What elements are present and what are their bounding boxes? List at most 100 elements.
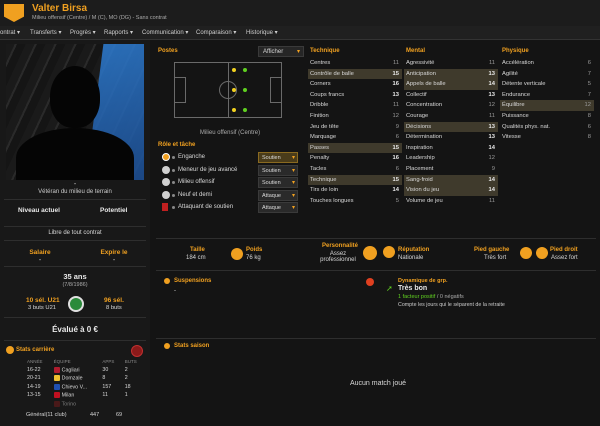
attribute-row[interactable]: Agressivité 11 — [404, 58, 498, 69]
menu-history[interactable]: Historique ▾ — [246, 29, 278, 36]
attribute-name: Contrôle de balle — [310, 70, 354, 77]
role-row[interactable]: Enganche Soutien — [160, 152, 300, 164]
attribute-value: 11 — [488, 197, 495, 204]
attribute-value: 8 — [587, 112, 591, 119]
attribute-row[interactable]: Concentration 12 — [404, 100, 498, 111]
attribute-row[interactable]: Contrôle de balle 15 — [308, 68, 402, 80]
physical-attributes: Accélération 6 Agilité 7 Détente verticale 5 E… — [500, 58, 594, 143]
menu-contract[interactable]: ontrat ▾ — [0, 29, 20, 36]
height-label: Taille — [190, 247, 205, 253]
attribute-name: Courage — [406, 112, 429, 119]
attribute-row[interactable]: Équilibre 12 — [500, 100, 594, 111]
position-dot — [243, 68, 247, 72]
club-shield-icon — [53, 392, 60, 399]
attribute-value: 7 — [587, 91, 591, 98]
role-row[interactable]: Attaquant de soutien Attaque — [160, 202, 300, 214]
positions-title[interactable]: Postes — [158, 48, 178, 54]
attribute-name: Endurance — [502, 91, 531, 98]
attribute-row[interactable]: Jeu de tête 9 — [308, 122, 402, 133]
attribute-row[interactable]: Passes 15 — [308, 142, 402, 154]
season-stats-title[interactable]: Stats saison — [174, 343, 209, 349]
attribute-value: 13 — [488, 91, 495, 98]
attribute-name: Tacles — [310, 165, 327, 172]
attribute-name: Vitesse — [502, 134, 521, 141]
attribute-row[interactable]: Appels de balle 14 — [404, 79, 498, 90]
table-row[interactable]: 14-19 Chievo V... 157 18 — [24, 383, 144, 392]
attribute-row[interactable]: Puissance 8 — [500, 111, 594, 122]
attribute-value: 16 — [392, 155, 399, 162]
role-row[interactable]: Milieu offensif Soutien — [160, 177, 300, 189]
technical-title: Technique — [310, 48, 340, 54]
attribute-row[interactable]: Technique 15 — [308, 174, 402, 186]
attribute-row[interactable]: Volume de jeu 11 — [404, 196, 498, 207]
attribute-row[interactable]: Tirs de loin 14 — [308, 185, 402, 196]
menu-communication[interactable]: Communication ▾ — [142, 29, 188, 36]
menu-transfers[interactable]: Transferts ▾ — [30, 29, 61, 36]
role-dot-icon — [172, 206, 175, 209]
attribute-name: Coups francs — [310, 91, 345, 98]
positions-show-dropdown[interactable]: Afficher ▾ — [258, 46, 304, 57]
attribute-row[interactable]: Détente verticale 5 — [500, 79, 594, 90]
weight-value: 76 kg — [246, 255, 261, 261]
attribute-value: 12 — [392, 112, 399, 119]
career-total-row: Général(11 club) 447 69 — [26, 412, 123, 418]
weight-label: Poids — [246, 247, 263, 253]
attribute-row[interactable]: Décisions 13 — [404, 121, 498, 133]
attribute-row[interactable]: Coups francs 13 — [308, 90, 402, 101]
attribute-name: Agressivité — [406, 60, 435, 66]
personality-label: Personnalité — [321, 243, 358, 249]
career-stats-table: ANNÉE ÉQUIPE APPS BUTS 16-22 Cagliari 30… — [24, 357, 144, 408]
attribute-row[interactable]: Leadership 12 — [404, 153, 498, 164]
attribute-row[interactable]: Qualités phys. nat. 6 — [500, 122, 594, 133]
club-crest-icon — [131, 345, 143, 357]
role-row[interactable]: Neuf et demi Attaque — [160, 190, 300, 202]
attribute-row[interactable]: Agilité 7 — [500, 69, 594, 80]
attribute-row[interactable]: Inspiration 14 — [404, 143, 498, 154]
attribute-row[interactable]: Vision du jeu 14 — [404, 185, 498, 196]
role-row[interactable]: Meneur de jeu avancé Soutien — [160, 165, 300, 177]
menu-comparison[interactable]: Comparaison ▾ — [196, 29, 236, 36]
team-dynamics-factors: 1 facteur positif / 0 négatifs — [398, 294, 464, 300]
attribute-row[interactable]: Touches longues 5 — [308, 196, 402, 207]
senior-goals: 8 buts — [106, 305, 122, 311]
menu-reports[interactable]: Rapports ▾ — [104, 29, 133, 36]
table-row[interactable]: 13-15 Milan 11 1 — [24, 391, 144, 400]
attribute-value: 15 — [392, 176, 399, 183]
attribute-row[interactable]: Placement 9 — [404, 164, 498, 175]
attribute-row[interactable]: Collectif 13 — [404, 90, 498, 101]
attribute-name: Technique — [310, 176, 337, 183]
career-stats-header[interactable]: Stats carrière — [6, 346, 54, 354]
attribute-row[interactable]: Penalty 16 — [308, 153, 402, 164]
attribute-value: 14 — [488, 176, 495, 183]
attribute-name: Volume de jeu — [406, 197, 443, 204]
team-dynamics-title[interactable]: Dynamique de grp. — [398, 278, 448, 284]
attribute-row[interactable]: Détermination 13 — [404, 132, 498, 143]
suspensions-title: Suspensions — [174, 278, 212, 284]
attribute-name: Touches longues — [310, 197, 354, 204]
player-description: Vétéran du milieu de terrain — [38, 189, 112, 195]
table-row[interactable]: 20-21 Domzale 8 2 — [24, 374, 144, 383]
attribute-row[interactable]: Dribble 11 — [308, 100, 402, 111]
attribute-row[interactable]: Finition 12 — [308, 111, 402, 122]
attribute-row[interactable]: Accélération 6 — [500, 58, 594, 69]
attribute-value: 15 — [392, 70, 399, 77]
attribute-row[interactable]: Endurance 7 — [500, 90, 594, 101]
table-row[interactable]: 16-22 Cagliari 30 2 — [24, 366, 144, 375]
attribute-row[interactable]: Anticipation 13 — [404, 68, 498, 80]
attribute-name: Anticipation — [406, 70, 436, 77]
attribute-row[interactable]: Centres 11 — [308, 58, 402, 69]
attribute-row[interactable]: Tacles 6 — [308, 164, 402, 175]
attribute-row[interactable]: Corners 16 — [308, 79, 402, 90]
attribute-row[interactable]: Vitesse 8 — [500, 132, 594, 143]
attribute-name: Jeu de tête — [310, 123, 339, 130]
mental-title: Mental — [406, 48, 426, 54]
attribute-row[interactable]: Sang-froid 14 — [404, 174, 498, 186]
national-team-icon[interactable] — [68, 296, 84, 312]
height-value: 184 cm — [186, 255, 206, 261]
attribute-row[interactable]: Marquage 6 — [308, 132, 402, 143]
table-row[interactable]: Torino — [24, 400, 144, 409]
menu-progress[interactable]: Progrès ▾ — [70, 29, 96, 36]
attribute-value: 7 — [587, 70, 591, 77]
position-dot — [243, 108, 247, 112]
attribute-row[interactable]: Courage 11 — [404, 111, 498, 122]
